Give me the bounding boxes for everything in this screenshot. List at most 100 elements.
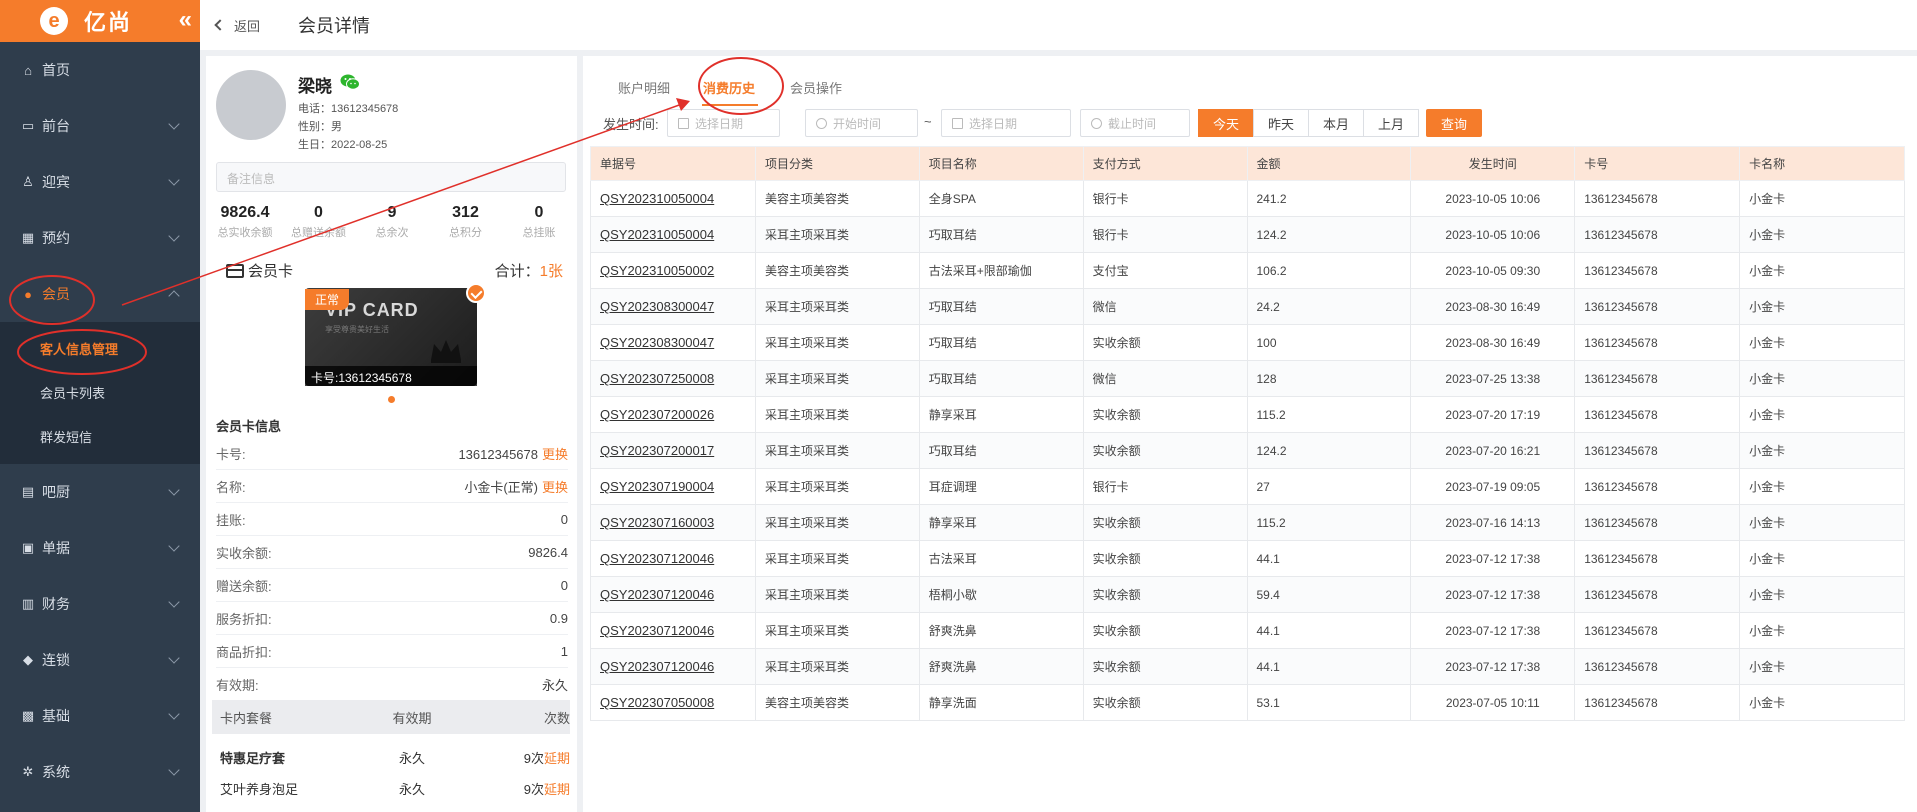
carousel-dot[interactable]	[388, 396, 395, 403]
info-row-service-discount: 服务折扣: 0.9	[216, 602, 568, 635]
info-label: 服务折扣:	[216, 611, 272, 627]
table-row[interactable]: QSY202308300047 采耳主项采耳类 巧取耳结 微信 24.2 2023-08-…	[590, 288, 1905, 325]
order-number-link[interactable]: QSY202307120046	[590, 540, 756, 577]
table-row[interactable]: QSY202307120046 采耳主项采耳类 舒爽洗鼻 实收余额 44.1 2023-0…	[590, 648, 1905, 685]
sidebar-item-bar-kitchen[interactable]: ▤ 吧厨	[0, 464, 200, 520]
table-row[interactable]: QSY202307160003 采耳主项采耳类 静享采耳 实收余额 115.2 2023-…	[590, 504, 1905, 541]
order-number-link[interactable]: QSY202307120046	[590, 612, 756, 649]
this-month-button[interactable]: 本月	[1308, 109, 1364, 137]
table-cell: 124.2	[1246, 432, 1412, 469]
column-header[interactable]: 卡号	[1574, 146, 1741, 181]
chevron-left-icon	[214, 19, 226, 31]
search-button[interactable]: 查询	[1426, 109, 1482, 137]
today-button[interactable]: 今天	[1198, 109, 1254, 137]
table-cell: 微信	[1082, 360, 1248, 397]
sidebar-item-system[interactable]: ✲ 系统	[0, 744, 200, 800]
table-row[interactable]: QSY202307200026 采耳主项采耳类 静享采耳 实收余额 115.2 2023-…	[590, 396, 1905, 433]
tab-account-detail[interactable]: 账户明细	[618, 78, 670, 97]
chevron-down-icon	[168, 230, 180, 242]
change-card-link[interactable]: 更换	[542, 447, 568, 462]
table-cell: 106.2	[1246, 252, 1412, 289]
order-number-link[interactable]: QSY202308300047	[590, 324, 756, 361]
column-header[interactable]: 卡名称	[1739, 146, 1905, 181]
order-number-link[interactable]: QSY202308300047	[590, 288, 756, 325]
table-row[interactable]: QSY202310050004 美容主项美容类 全身SPA 银行卡 241.2 2023-…	[590, 180, 1905, 217]
table-row[interactable]: QSY202308300047 采耳主项采耳类 巧取耳结 实收余额 100 2023-08…	[590, 324, 1905, 361]
table-row[interactable]: QSY202310050004 采耳主项采耳类 巧取耳结 银行卡 124.2 2023-1…	[590, 216, 1905, 253]
table-cell: 59.4	[1246, 576, 1412, 613]
order-number-link[interactable]: QSY202310050004	[590, 180, 756, 217]
chevron-down-icon	[168, 540, 180, 552]
info-value: 9826.4	[528, 544, 568, 560]
column-header[interactable]: 支付方式	[1082, 146, 1248, 181]
sidebar-item-chain[interactable]: ◆ 连锁	[0, 632, 200, 688]
table-row[interactable]: QSY202307200017 采耳主项采耳类 巧取耳结 实收余额 124.2 2023-…	[590, 432, 1905, 469]
back-button[interactable]: 返回	[214, 16, 260, 35]
order-number-link[interactable]: QSY202307200026	[590, 396, 756, 433]
note-field[interactable]: 备注信息	[216, 162, 566, 192]
order-number-link[interactable]: QSY202307120046	[590, 648, 756, 685]
info-value: 13612345678	[458, 446, 538, 462]
table-cell: 采耳主项采耳类	[754, 216, 920, 253]
sidebar-item-documents[interactable]: ▣ 单据	[0, 520, 200, 576]
tab-member-operation[interactable]: 会员操作	[790, 78, 842, 97]
order-number-link[interactable]: QSY202310050004	[590, 216, 756, 253]
member-stats: 9826.4 总实收余额 0 总赠送余额 9 总余次 312 总积分 0 总挂账	[212, 204, 572, 240]
subnav-member-card-list[interactable]: 会员卡列表	[0, 370, 200, 414]
collapse-sidebar-icon[interactable]: «	[179, 6, 192, 34]
table-cell: 实收余额	[1082, 684, 1248, 721]
end-time-input[interactable]: 截止时间	[1080, 109, 1190, 137]
order-number-link[interactable]: QSY202307200017	[590, 432, 756, 469]
table-row[interactable]: QSY202307050008 美容主项美容类 静享洗面 实收余额 53.1 2023-0…	[590, 684, 1905, 721]
sidebar-item-base[interactable]: ▩ 基础	[0, 688, 200, 744]
extend-link[interactable]: 延期	[544, 751, 570, 766]
order-number-link[interactable]: QSY202307250008	[590, 360, 756, 397]
sidebar-item-label: 前台	[42, 118, 70, 134]
tab-consumption-history[interactable]: 消费历史	[703, 78, 755, 97]
column-header[interactable]: 金额	[1246, 146, 1412, 181]
table-row[interactable]: QSY202307190004 采耳主项采耳类 耳症调理 银行卡 27 2023-07-1…	[590, 468, 1905, 505]
change-name-link[interactable]: 更换	[542, 480, 568, 495]
sidebar-item-appointment[interactable]: ▦ 预约	[0, 210, 200, 266]
column-header[interactable]: 项目名称	[918, 146, 1084, 181]
end-date-input[interactable]: 选择日期	[941, 109, 1071, 137]
table-row[interactable]: QSY202307120046 采耳主项采耳类 舒爽洗鼻 实收余额 44.1 2023-0…	[590, 612, 1905, 649]
table-row[interactable]: QSY202307120046 采耳主项采耳类 古法采耳 实收余额 44.1 2023-0…	[590, 540, 1905, 577]
last-month-button[interactable]: 上月	[1363, 109, 1419, 137]
column-header[interactable]: 单据号	[590, 146, 756, 181]
subnav-customer-info[interactable]: 客人信息管理	[0, 326, 200, 370]
stat-value: 0	[314, 204, 323, 221]
order-number-link[interactable]: QSY202307050008	[590, 684, 756, 721]
table-cell: 银行卡	[1082, 468, 1248, 505]
table-row[interactable]: QSY202307250008 采耳主项采耳类 巧取耳结 微信 128 2023-07-2…	[590, 360, 1905, 397]
order-number-link[interactable]: QSY202307190004	[590, 468, 756, 505]
table-cell: 实收余额	[1082, 432, 1248, 469]
column-header[interactable]: 发生时间	[1410, 146, 1576, 181]
member-card-heading: 会员卡	[226, 260, 293, 281]
yesterday-button[interactable]: 昨天	[1253, 109, 1309, 137]
start-date-input[interactable]: 选择日期	[667, 109, 780, 137]
order-number-link[interactable]: QSY202310050002	[590, 252, 756, 289]
sidebar-item-finance[interactable]: ▥ 财务	[0, 576, 200, 632]
start-time-input[interactable]: 开始时间	[805, 109, 918, 137]
extend-link[interactable]: 延期	[544, 782, 570, 797]
sidebar-item-member[interactable]: ● 会员	[0, 266, 200, 322]
page-title: 会员详情	[298, 16, 371, 36]
table-cell: 13612345678	[1574, 612, 1741, 649]
subnav-bulk-sms[interactable]: 群发短信	[0, 414, 200, 458]
sidebar-item-front-desk[interactable]: ▭ 前台	[0, 98, 200, 154]
info-row-balance: 实收余额: 9826.4	[216, 536, 568, 569]
table-row[interactable]: QSY202310050002 美容主项美容类 古法采耳+限部瑜伽 支付宝 106.2 2…	[590, 252, 1905, 289]
card-section-label: 会员卡	[248, 263, 294, 280]
table-cell: 13612345678	[1574, 648, 1741, 685]
table-cell: 巧取耳结	[918, 288, 1084, 325]
sidebar-item-welcome[interactable]: ♙ 迎宾	[0, 154, 200, 210]
table-cell: 44.1	[1246, 648, 1412, 685]
sidebar-item-home[interactable]: ⌂ 首页	[0, 42, 200, 98]
column-header[interactable]: 项目分类	[754, 146, 920, 181]
table-cell: 银行卡	[1082, 216, 1248, 253]
order-number-link[interactable]: QSY202307120046	[590, 576, 756, 613]
table-cell: 实收余额	[1082, 396, 1248, 433]
order-number-link[interactable]: QSY202307160003	[590, 504, 756, 541]
table-row[interactable]: QSY202307120046 采耳主项采耳类 梧桐小歇 实收余额 59.4 2023-0…	[590, 576, 1905, 613]
